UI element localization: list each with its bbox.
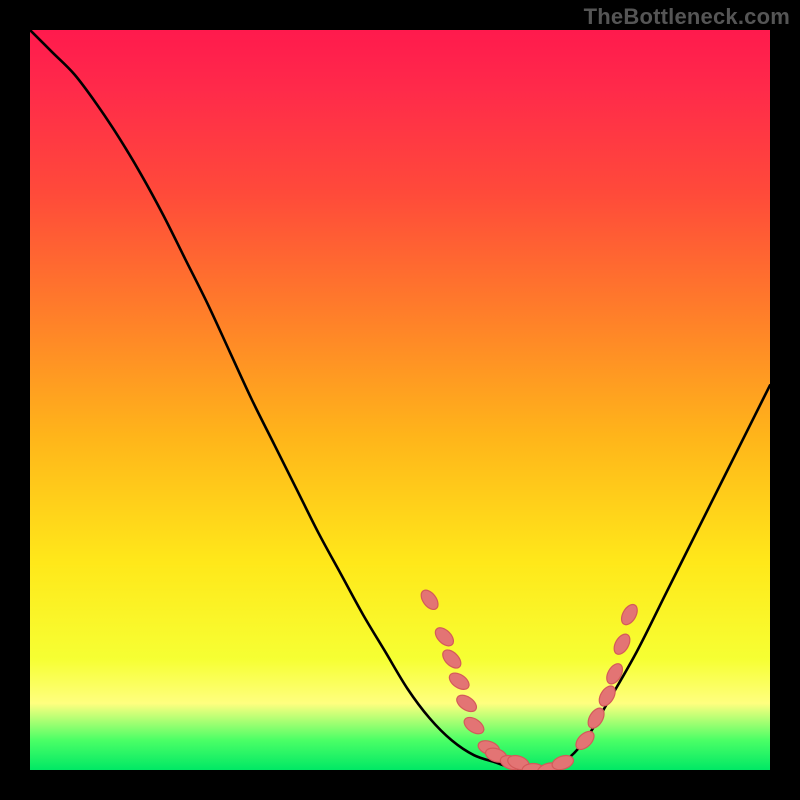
bottleneck-curve: [30, 30, 770, 770]
marker-group: [418, 587, 641, 770]
data-marker: [418, 587, 442, 612]
chart-frame: TheBottleneck.com: [0, 0, 800, 800]
chart-svg: [30, 30, 770, 770]
data-marker: [454, 692, 480, 715]
data-marker: [618, 602, 640, 628]
data-marker: [611, 631, 633, 657]
data-marker: [446, 670, 472, 693]
data-marker: [461, 714, 487, 737]
data-marker: [432, 624, 457, 649]
data-marker: [439, 647, 464, 672]
data-marker: [604, 661, 626, 687]
data-marker: [596, 683, 618, 709]
watermark-text: TheBottleneck.com: [584, 4, 790, 30]
